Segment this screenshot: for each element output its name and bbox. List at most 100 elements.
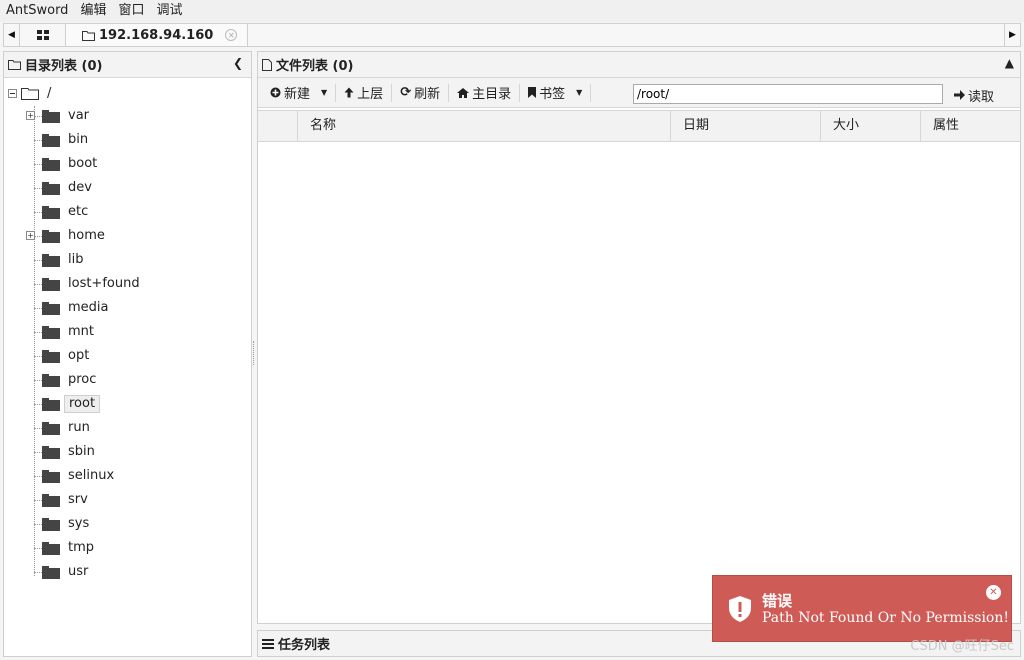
- bookmark-icon: [528, 87, 537, 98]
- tree-item-label: mnt: [68, 324, 94, 339]
- tree-item-run[interactable]: run: [4, 416, 251, 440]
- tree-root[interactable]: /: [4, 82, 251, 104]
- tree-item-srv[interactable]: srv: [4, 488, 251, 512]
- collapse-up-icon[interactable]: ▲: [1005, 56, 1014, 70]
- collapse-minus-icon[interactable]: [8, 88, 17, 98]
- tree-item-label: etc: [68, 204, 89, 219]
- tree-item-label: tmp: [68, 540, 95, 555]
- menu-debug[interactable]: 调试: [150, 0, 188, 22]
- home-dir-label: 主目录: [472, 87, 512, 102]
- tree-item-sbin[interactable]: sbin: [4, 440, 251, 464]
- tree-item-label: opt: [68, 348, 90, 363]
- menu-antsword[interactable]: AntSword: [0, 0, 74, 22]
- tree-item-var[interactable]: + var: [4, 104, 251, 128]
- tab-close-icon[interactable]: ✕: [225, 29, 238, 41]
- folder-icon: [42, 134, 60, 147]
- tree-item-label: media: [68, 300, 109, 315]
- folder-icon: [42, 302, 60, 315]
- tree-root-label: /: [47, 85, 52, 101]
- tree-item-boot[interactable]: boot: [4, 152, 251, 176]
- toast-title: 错误: [762, 592, 793, 610]
- folder-icon: [42, 230, 60, 243]
- folder-icon: [42, 446, 60, 459]
- tree-item-selinux[interactable]: selinux: [4, 464, 251, 488]
- home-icon: [457, 87, 470, 98]
- tree-item-bin[interactable]: bin: [4, 128, 251, 152]
- tree-item-label: sys: [68, 516, 90, 531]
- folder-icon: [42, 206, 60, 219]
- tree-item-root[interactable]: root: [4, 392, 251, 416]
- file-panel: 文件列表 (0) ▲ 新建 ▼ 上层 ⟳ 刷新 主目录 书签 ▼ /root/ …: [257, 51, 1021, 624]
- tree-item-label: var: [68, 108, 90, 123]
- menu-edit[interactable]: 编辑: [74, 0, 112, 22]
- column-size[interactable]: 大小: [821, 111, 921, 141]
- close-icon[interactable]: ✕: [986, 585, 1001, 600]
- refresh-label: 刷新: [414, 87, 441, 102]
- up-level-label: 上层: [357, 87, 384, 102]
- tree-item-label: sbin: [68, 444, 95, 459]
- shield-alert-icon: [729, 596, 751, 622]
- expand-plus-icon[interactable]: +: [26, 111, 35, 120]
- toast-message: Path Not Found Or No Permission!: [762, 610, 1009, 626]
- home-dir-button[interactable]: 主目录: [449, 78, 519, 108]
- column-attributes[interactable]: 属性: [921, 111, 1020, 141]
- tree-item-lib[interactable]: lib: [4, 248, 251, 272]
- column-date[interactable]: 日期: [671, 111, 821, 141]
- tree-item-sys[interactable]: sys: [4, 512, 251, 536]
- tree-item-lost-found[interactable]: lost+found: [4, 272, 251, 296]
- directory-panel-header: 目录列表 (0) ❮: [4, 52, 251, 78]
- folder-icon: [42, 182, 60, 195]
- expand-plus-icon[interactable]: +: [26, 231, 35, 240]
- tree-item-usr[interactable]: usr: [4, 560, 251, 584]
- up-level-button[interactable]: 上层: [336, 78, 391, 108]
- folder-icon: [42, 566, 60, 579]
- collapse-left-icon[interactable]: ❮: [233, 56, 243, 70]
- folder-icon: [42, 398, 60, 411]
- arrow-up-icon: [344, 87, 354, 98]
- directory-panel: 目录列表 (0) ❮ / + var bin boot dev etc + home lib lo…: [3, 51, 252, 657]
- tab-home-grid-icon[interactable]: [20, 24, 66, 46]
- new-button[interactable]: 新建 ▼: [262, 78, 335, 108]
- file-icon: [262, 58, 272, 71]
- column-name[interactable]: 名称: [298, 111, 671, 141]
- tab-host[interactable]: 192.168.94.160 ✕: [66, 24, 249, 46]
- read-button[interactable]: 读取: [950, 83, 998, 107]
- folder-outline-icon: [82, 30, 95, 41]
- folder-icon: [42, 110, 60, 123]
- refresh-icon: ⟳: [400, 85, 412, 100]
- tree-item-label: bin: [68, 132, 89, 147]
- refresh-button[interactable]: ⟳ 刷新: [392, 78, 448, 108]
- tree-item-proc[interactable]: proc: [4, 368, 251, 392]
- folder-icon: [42, 494, 60, 507]
- tree-item-label: home: [68, 228, 105, 243]
- tab-scroll-left-icon[interactable]: ◀: [4, 24, 20, 46]
- path-input[interactable]: [633, 84, 943, 104]
- tab-scroll-right-icon[interactable]: ▶: [1004, 24, 1020, 46]
- folder-icon: [42, 350, 60, 363]
- tree-item-mnt[interactable]: mnt: [4, 320, 251, 344]
- tree-item-label: lost+found: [68, 276, 140, 291]
- tree-item-dev[interactable]: dev: [4, 176, 251, 200]
- new-button-label: 新建: [284, 87, 311, 102]
- folder-icon: [42, 422, 60, 435]
- tree-item-label: dev: [68, 180, 92, 195]
- bookmark-button[interactable]: 书签 ▼: [520, 78, 590, 108]
- tree-item-home[interactable]: + home: [4, 224, 251, 248]
- tree-item-media[interactable]: media: [4, 296, 251, 320]
- tree-item-etc[interactable]: etc: [4, 200, 251, 224]
- tab-bar: ◀ 192.168.94.160 ✕ ▶: [3, 23, 1021, 47]
- plus-circle-icon: [270, 87, 281, 98]
- file-panel-header: 文件列表 (0) ▲: [258, 52, 1020, 78]
- menu-window[interactable]: 窗口: [112, 0, 150, 22]
- column-select[interactable]: [258, 111, 298, 141]
- tree-item-label: root: [64, 395, 101, 413]
- chevron-down-icon: ▼: [321, 88, 328, 97]
- tree-item-opt[interactable]: opt: [4, 344, 251, 368]
- tree-item-tmp[interactable]: tmp: [4, 536, 251, 560]
- folder-outline-icon: [8, 59, 21, 70]
- folder-icon: [42, 374, 60, 387]
- file-grid-header: 名称 日期 大小 属性: [258, 110, 1020, 142]
- error-toast: 错误 Path Not Found Or No Permission! ✕: [712, 575, 1012, 642]
- arrow-right-icon: [954, 90, 965, 100]
- tree-item-label: proc: [68, 372, 97, 387]
